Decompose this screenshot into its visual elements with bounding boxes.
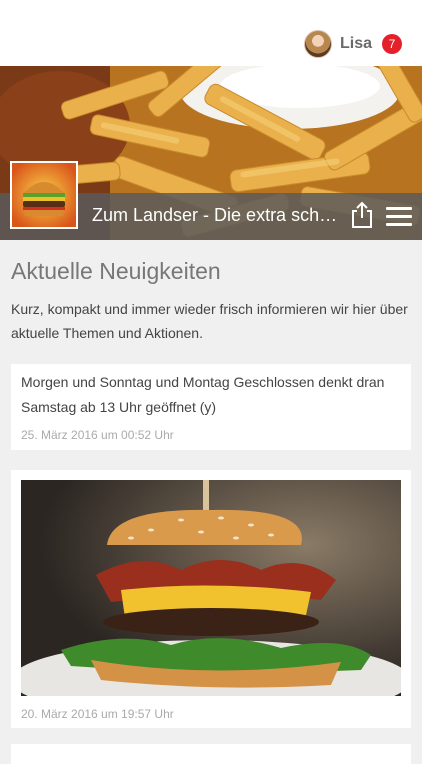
share-icon[interactable] <box>350 201 374 229</box>
news-date: 25. März 2016 um 00:52 Uhr <box>21 428 174 442</box>
restaurant-logo <box>10 161 78 229</box>
intro-text: Kurz, kompakt und immer wieder frisch in… <box>11 301 408 341</box>
news-card[interactable]: Morgen und Sonntag und Montag Geschlosse… <box>11 364 411 450</box>
section-title: Aktuelle Neuigkeiten <box>11 258 221 284</box>
username[interactable]: Lisa <box>340 35 372 53</box>
news-card[interactable] <box>11 744 411 764</box>
news-text: Morgen und Sonntag und Montag Geschlosse… <box>21 374 385 415</box>
top-bar: Lisa 7 <box>0 0 422 66</box>
user-menu[interactable]: Lisa 7 <box>303 30 402 58</box>
restaurant-title: Zum Landser - Die extra scharfe Currywur… <box>92 205 342 225</box>
avatar[interactable] <box>303 30 332 58</box>
notification-badge[interactable]: 7 <box>382 34 402 54</box>
news-card[interactable]: 20. März 2016 um 19:57 Uhr <box>11 470 411 728</box>
news-image[interactable] <box>21 480 401 696</box>
news-date: 20. März 2016 um 19:57 Uhr <box>21 707 174 721</box>
menu-icon[interactable] <box>386 207 412 227</box>
